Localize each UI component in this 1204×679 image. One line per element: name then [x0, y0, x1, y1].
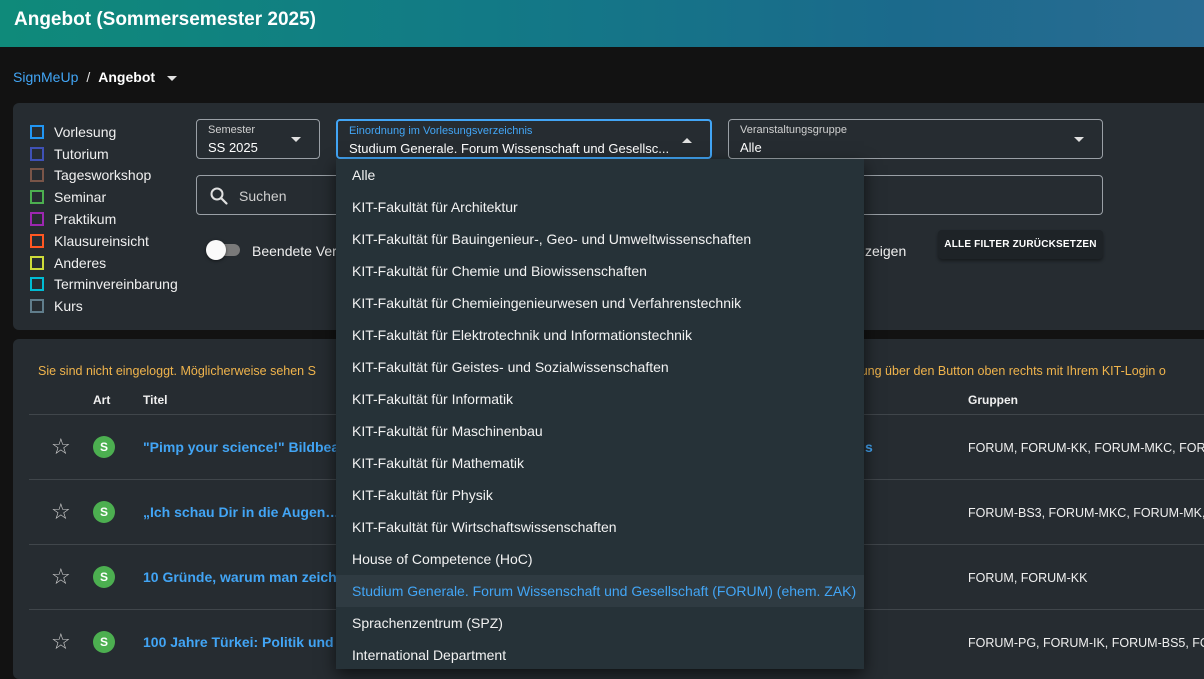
semester-select-value: SS 2025 — [208, 140, 258, 155]
legend-color-box — [30, 124, 44, 139]
dropdown-option[interactable]: House of Competence (HoC) — [336, 543, 864, 575]
dropdown-option[interactable]: Sprachenzentrum (SPZ) — [336, 607, 864, 639]
legend-label: Praktikum — [54, 211, 117, 228]
page-title: Angebot (Sommersemester 2025) — [14, 9, 316, 30]
legend-item: Klausureinsicht — [30, 230, 178, 252]
favorite-star-icon[interactable]: ☆ — [51, 629, 71, 655]
legend-color-box — [30, 277, 44, 292]
legend-item: Praktikum — [30, 208, 178, 230]
semester-select[interactable]: Semester SS 2025 — [196, 119, 320, 159]
event-groups: FORUM, FORUM-KK — [968, 571, 1088, 585]
legend-item: Kurs — [30, 295, 178, 317]
legend-label: Seminar — [54, 189, 107, 206]
event-title-link[interactable]: 10 Gründe, warum man zeichn — [143, 569, 345, 585]
legend-color-box — [30, 190, 44, 205]
favorite-star-icon[interactable]: ☆ — [51, 564, 71, 590]
type-badge: S — [93, 631, 115, 653]
dropdown-option-selected[interactable]: Studium Generale. Forum Wissenschaft und… — [336, 575, 864, 607]
favorite-star-icon[interactable]: ☆ — [51, 499, 71, 525]
chevron-up-icon — [682, 138, 692, 143]
legend-color-box — [30, 255, 44, 270]
legend-label: Kurs — [54, 298, 83, 315]
dropdown-option[interactable]: KIT-Fakultät für Mathematik — [336, 447, 864, 479]
legend-label: Klausureinsicht — [54, 232, 149, 249]
dropdown-option[interactable]: International Department — [336, 639, 864, 669]
legend-color-box — [30, 299, 44, 314]
dropdown-option[interactable]: KIT-Fakultät für Chemieingenieurwesen un… — [336, 287, 864, 319]
legend-label: Vorlesung — [54, 123, 117, 140]
dropdown-option[interactable]: KIT-Fakultät für Maschinenbau — [336, 415, 864, 447]
breadcrumb-separator: / — [86, 69, 91, 85]
dropdown-option[interactable]: KIT-Fakultät für Wirtschaftswissenschaft… — [336, 511, 864, 543]
type-badge: S — [93, 501, 115, 523]
legend-label: Tutorium — [54, 145, 109, 162]
dropdown-option[interactable]: KIT-Fakultät für Informatik — [336, 383, 864, 415]
einordnung-select-value: Studium Generale. Forum Wissenschaft und… — [349, 141, 670, 156]
toggle-label-tail: zeigen — [865, 243, 907, 259]
event-title-link[interactable]: „Ich schau Dir in die Augen…“ — [143, 504, 346, 520]
chevron-down-icon — [291, 137, 301, 142]
login-warning: Sie sind nicht eingeloggt. Möglicherweis… — [38, 364, 316, 378]
dropdown-option[interactable]: KIT-Fakultät für Architektur — [336, 191, 864, 223]
dropdown-option[interactable]: KIT-Fakultät für Chemie und Biowissensch… — [336, 255, 864, 287]
column-header-titel[interactable]: Titel — [143, 393, 167, 407]
breadcrumb-current: Angebot — [98, 69, 156, 85]
type-badge: S — [93, 436, 115, 458]
legend-color-box — [30, 168, 44, 183]
dropdown-option[interactable]: Alle — [336, 159, 864, 191]
einordnung-select[interactable]: Einordnung im Vorlesungsverzeichnis Stud… — [336, 119, 712, 159]
dropdown-option[interactable]: KIT-Fakultät für Bauingenieur-, Geo- und… — [336, 223, 864, 255]
legend-color-box — [30, 146, 44, 161]
einordnung-select-label: Einordnung im Vorlesungsverzeichnis — [349, 125, 533, 137]
event-groups: FORUM, FORUM-KK, FORUM-MKC, FORU — [968, 441, 1204, 455]
veranstaltungsgruppe-select[interactable]: Veranstaltungsgruppe Alle — [728, 119, 1103, 159]
legend-color-box — [30, 212, 44, 227]
reset-filters-button[interactable]: ALLE FILTER ZURÜCKSETZEN — [938, 230, 1103, 259]
search-icon — [209, 186, 229, 211]
legend-item: Vorlesung — [30, 121, 178, 143]
favorite-star-icon[interactable]: ☆ — [51, 434, 71, 460]
chevron-down-icon[interactable] — [167, 75, 178, 81]
column-header-gruppen[interactable]: Gruppen — [968, 393, 1018, 407]
app-bar: Angebot (Sommersemester 2025) — [0, 0, 1204, 47]
breadcrumb: SignMeUp / Angebot — [13, 69, 178, 85]
einordnung-dropdown-menu: Alle KIT-Fakultät für Architektur KIT-Fa… — [336, 159, 864, 669]
toggle-knob — [206, 240, 226, 260]
veranstaltungsgruppe-select-value: Alle — [740, 140, 762, 155]
event-title-link[interactable]: "Pimp your science!" Bildbearl — [143, 439, 348, 455]
breadcrumb-home-link[interactable]: SignMeUp — [13, 69, 78, 85]
toggle-label: Beendete Ver — [252, 243, 337, 259]
event-title-link[interactable]: 100 Jahre Türkei: Politik und G — [143, 634, 348, 650]
legend-item: Tagesworkshop — [30, 165, 178, 187]
dropdown-option[interactable]: KIT-Fakultät für Geistes- und Sozialwiss… — [336, 351, 864, 383]
chevron-down-icon — [1074, 137, 1084, 142]
event-groups: FORUM-BS3, FORUM-MKC, FORUM-MK, F — [968, 506, 1204, 520]
legend-label: Terminvereinbarung — [54, 276, 178, 293]
legend-label: Anderes — [54, 254, 107, 271]
type-legend: Vorlesung Tutorium Tagesworkshop Seminar… — [30, 121, 178, 317]
legend-item: Seminar — [30, 186, 178, 208]
legend-color-box — [30, 233, 44, 248]
dropdown-option[interactable]: KIT-Fakultät für Elektrotechnik und Info… — [336, 319, 864, 351]
event-groups: FORUM-PG, FORUM-IK, FORUM-BS5, FO — [968, 636, 1204, 650]
legend-label: Tagesworkshop — [54, 167, 152, 184]
column-header-art[interactable]: Art — [93, 393, 110, 407]
dropdown-option[interactable]: KIT-Fakultät für Physik — [336, 479, 864, 511]
finished-events-toggle[interactable] — [206, 240, 240, 260]
semester-select-label: Semester — [208, 124, 256, 136]
legend-item: Terminvereinbarung — [30, 274, 178, 296]
veranstaltungsgruppe-select-label: Veranstaltungsgruppe — [740, 124, 848, 136]
legend-item: Anderes — [30, 252, 178, 274]
legend-item: Tutorium — [30, 143, 178, 165]
type-badge: S — [93, 566, 115, 588]
event-title-tail[interactable]: s — [865, 439, 873, 455]
login-warning-tail: ldung über den Button oben rechts mit Ih… — [851, 364, 1166, 378]
